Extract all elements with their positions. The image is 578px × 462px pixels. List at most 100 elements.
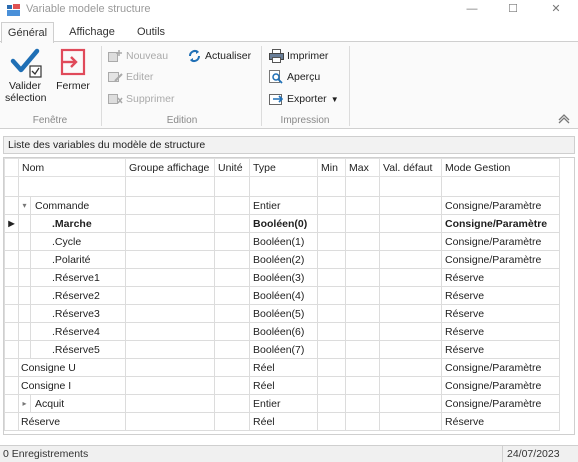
collapse-ribbon-icon[interactable]: [558, 114, 570, 124]
cell-max: [345, 214, 381, 233]
check-icon: [10, 48, 42, 78]
cell-min: [317, 232, 347, 251]
row-indicator: [4, 322, 19, 341]
table-row[interactable]: ▸ Acquit Entier Consigne/Paramètre: [4, 394, 561, 413]
expand-toggle-icon[interactable]: ▸: [18, 394, 31, 413]
column-header-type[interactable]: Type: [249, 158, 319, 177]
nouveau-label: Nouveau: [126, 50, 169, 62]
cell-val-defaut: [379, 376, 443, 395]
cell-groupe: [125, 340, 216, 359]
table-row[interactable]: ▾ Commande Entier Consigne/Paramètre: [4, 196, 561, 215]
cell-nom: .Cycle: [29, 232, 127, 251]
table-row[interactable]: Réserve Réel Réserve: [4, 412, 561, 431]
column-header-nom[interactable]: Nom: [17, 158, 127, 177]
cell-mode-gestion: Réserve: [441, 322, 561, 341]
panel-title: Liste des variables du modèle de structu…: [3, 136, 575, 154]
cell-groupe: [125, 376, 216, 395]
table-row[interactable]: .Réserve2 Booléen(4) Réserve: [4, 286, 561, 305]
table-row[interactable]: Consigne I Réel Consigne/Paramètre: [4, 376, 561, 395]
column-header-val-defaut[interactable]: Val. défaut: [379, 158, 443, 177]
cell-unite: [214, 232, 251, 251]
apercu-label: Aperçu: [287, 71, 321, 83]
cell-min: [317, 304, 347, 323]
cell-type: Réel: [249, 358, 319, 377]
table-row[interactable]: .Réserve3 Booléen(5) Réserve: [4, 304, 561, 323]
cell-min: [317, 214, 347, 233]
editer-button[interactable]: Editer: [107, 68, 153, 86]
cell-type: Booléen(0): [249, 214, 319, 233]
maximize-button[interactable]: ☐: [491, 0, 535, 20]
table-row[interactable]: .Réserve5 Booléen(7) Réserve: [4, 340, 561, 359]
cell-min: [317, 376, 347, 395]
cell-groupe: [125, 358, 216, 377]
fermer-button[interactable]: Fermer: [54, 46, 92, 92]
cell-mode-gestion: Consigne/Paramètre: [441, 196, 561, 215]
cell-groupe: [125, 304, 216, 323]
table-row[interactable]: .Cycle Booléen(1) Consigne/Paramètre: [4, 232, 561, 251]
column-header-max[interactable]: Max: [345, 158, 381, 177]
tab-affichage[interactable]: Affichage: [62, 22, 122, 42]
cell-nom: .Réserve2: [29, 286, 127, 305]
filter-cell-unite[interactable]: [214, 176, 251, 197]
cell-val-defaut: [379, 196, 443, 215]
tree-spacer: [18, 340, 31, 359]
table-row[interactable]: .Réserve1 Booléen(3) Réserve: [4, 268, 561, 287]
valider-selection-button[interactable]: Valider sélection: [2, 46, 48, 104]
cell-unite: [214, 214, 251, 233]
cell-type: Booléen(4): [249, 286, 319, 305]
supprimer-label: Supprimer: [126, 93, 175, 105]
nouveau-button[interactable]: Nouveau: [107, 47, 168, 65]
exporter-dropdown[interactable]: Exporter ▼: [268, 90, 339, 108]
cell-min: [317, 340, 347, 359]
app-icon: [7, 4, 20, 16]
filter-cell-val-defaut[interactable]: [379, 176, 443, 197]
cell-min: [317, 250, 347, 269]
filter-cell-nom[interactable]: [17, 176, 127, 197]
tab-general[interactable]: Général: [1, 22, 54, 43]
expand-toggle-icon[interactable]: ▾: [18, 196, 31, 215]
row-indicator: [4, 394, 19, 413]
cell-type: Booléen(2): [249, 250, 319, 269]
column-header-groupe[interactable]: Groupe affichage: [125, 158, 216, 177]
exit-icon: [60, 48, 86, 76]
cell-nom: .Réserve1: [29, 268, 127, 287]
cell-type: Booléen(5): [249, 304, 319, 323]
table-row[interactable]: .Polarité Booléen(2) Consigne/Paramètre: [4, 250, 561, 269]
column-header-unite[interactable]: Unité: [214, 158, 251, 177]
table-row[interactable]: .Réserve4 Booléen(6) Réserve: [4, 322, 561, 341]
tree-spacer: [18, 268, 31, 287]
cell-groupe: [125, 286, 216, 305]
filter-cell-max[interactable]: [345, 176, 381, 197]
column-header-min[interactable]: Min: [317, 158, 347, 177]
filter-cell-type[interactable]: [249, 176, 319, 197]
filter-cell-min[interactable]: [317, 176, 347, 197]
minimize-button[interactable]: —: [450, 0, 494, 20]
actualiser-label: Actualiser: [205, 50, 252, 62]
cell-mode-gestion: Consigne/Paramètre: [441, 232, 561, 251]
tree-spacer: [18, 322, 31, 341]
imprimer-button[interactable]: Imprimer: [268, 47, 328, 65]
cell-nom: Consigne I: [17, 376, 127, 395]
header-row: Nom Groupe affichage Unité Type Min Max …: [4, 158, 561, 177]
table-row[interactable]: Consigne U Réel Consigne/Paramètre: [4, 358, 561, 377]
cell-nom: .Réserve5: [29, 340, 127, 359]
filter-cell-groupe[interactable]: [125, 176, 216, 197]
supprimer-button[interactable]: Supprimer: [107, 90, 174, 108]
cell-max: [345, 286, 381, 305]
close-button[interactable]: ✕: [534, 0, 578, 20]
actualiser-button[interactable]: Actualiser: [186, 47, 251, 65]
cell-groupe: [125, 214, 216, 233]
window-title: Variable modele structure: [26, 3, 151, 15]
cell-nom: .Polarité: [29, 250, 127, 269]
column-header-mode-gestion[interactable]: Mode Gestion: [441, 158, 561, 177]
apercu-button[interactable]: Aperçu: [268, 68, 320, 86]
filter-cell-mode-gestion[interactable]: [441, 176, 561, 197]
tree-spacer: [18, 214, 31, 233]
cell-nom: Réserve: [17, 412, 127, 431]
tab-outils[interactable]: Outils: [130, 22, 172, 42]
cell-val-defaut: [379, 268, 443, 287]
cell-type: Booléen(7): [249, 340, 319, 359]
cell-mode-gestion: Réserve: [441, 340, 561, 359]
cell-nom: .Réserve4: [29, 322, 127, 341]
table-row[interactable]: ▶ .Marche Booléen(0) Consigne/Paramètre: [4, 214, 561, 233]
